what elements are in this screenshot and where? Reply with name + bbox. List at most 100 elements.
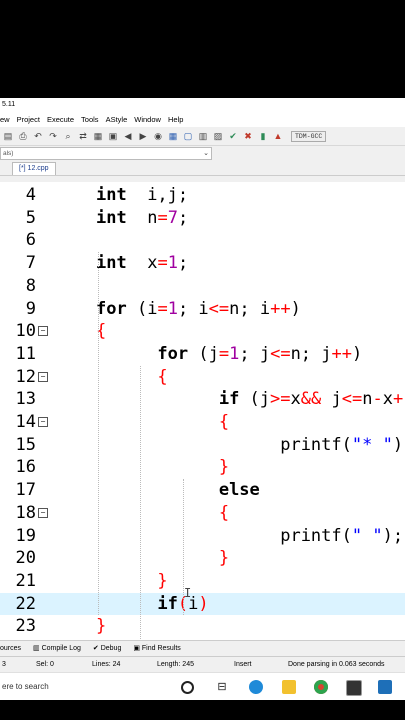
toggle-comment-icon[interactable]: ◉	[152, 130, 164, 142]
code-token: (	[126, 298, 148, 319]
code-line[interactable]: 18− {	[0, 502, 405, 525]
replace-icon[interactable]: ⇄	[77, 130, 89, 142]
code-line[interactable]: 20 }	[0, 547, 405, 570]
code-line[interactable]: 23}	[0, 615, 405, 638]
task-view-icon[interactable]: ⊟	[215, 680, 229, 694]
code-token: ;	[177, 207, 189, 228]
edge-icon[interactable]	[249, 680, 263, 694]
chart-icon[interactable]: ▮	[257, 130, 269, 142]
line-number: 20	[15, 548, 36, 569]
file-explorer-icon[interactable]	[282, 680, 296, 694]
status-bar: 3 Sel: 0 Lines: 24 Length: 245 Insert Do…	[0, 656, 405, 673]
line-number: 16	[15, 457, 36, 478]
menu-execute[interactable]: Execute	[47, 112, 74, 127]
code-line[interactable]: 9 for (i=1; i<=n; i++)	[0, 298, 405, 321]
code-line[interactable]: 16 }	[0, 456, 405, 479]
line-number: 17	[15, 480, 36, 501]
compiler-select[interactable]: TDM-GCC	[291, 130, 327, 142]
tab-12-cpp[interactable]: [*] 12.cpp	[12, 162, 56, 175]
code-line[interactable]: 11 for (j=1; j<=n; j++)	[0, 343, 405, 366]
cortana-icon[interactable]	[181, 681, 194, 694]
class-browser-row: als) ⌄	[0, 146, 405, 161]
tab-find-results[interactable]: ▣ Find Results	[133, 641, 180, 657]
bottom-panel-tabs: ources ▥ Compile Log ✔ Debug ▣ Find Resu…	[0, 640, 405, 657]
code-token: ++	[270, 298, 291, 319]
code-text: int x=1;	[96, 252, 188, 275]
compile-run-icon[interactable]: ▥	[197, 130, 209, 142]
redo-icon[interactable]: ↷	[47, 130, 59, 142]
save-all-icon[interactable]: ▤	[2, 130, 14, 142]
code-line[interactable]: 12− {	[0, 366, 405, 389]
code-token: +	[392, 389, 404, 410]
code-token: >=	[270, 389, 291, 410]
fold-toggle-icon[interactable]: −	[38, 417, 48, 427]
menu-help[interactable]: Help	[168, 112, 183, 127]
unindent-icon[interactable]: ▶	[137, 130, 149, 142]
chevron-down-icon: ⌄	[203, 150, 209, 157]
store-icon[interactable]	[346, 680, 362, 696]
run-icon[interactable]: ▢	[182, 130, 194, 142]
app-icon[interactable]	[378, 680, 392, 694]
stop-icon[interactable]: ✖	[242, 130, 254, 142]
code-token: printf(	[96, 434, 352, 455]
code-token: }	[157, 570, 168, 591]
menu-project[interactable]: Project	[17, 112, 40, 127]
tab-debug[interactable]: ✔ Debug	[93, 641, 121, 657]
print-icon[interactable]: ⎙	[17, 130, 29, 142]
check-icon[interactable]: ✔	[227, 130, 239, 142]
code-line[interactable]: 14− {	[0, 411, 405, 434]
menu-bar: ew Project Execute Tools AStyle Window H…	[0, 112, 405, 127]
class-browser-value: als)	[3, 150, 14, 157]
indent-icon[interactable]: ◀	[122, 130, 134, 142]
code-line[interactable]: 21 }	[0, 570, 405, 593]
code-editor[interactable]: 4 int i,j; 5 int n=7; 6 7 int x=1; 8 9 for (i=1; …	[0, 182, 405, 640]
goto-icon[interactable]: ▦	[92, 130, 104, 142]
code-line[interactable]: 4 int i,j;	[0, 184, 405, 207]
code-token: x	[382, 389, 393, 410]
code-token: <=	[208, 298, 230, 319]
compile-icon[interactable]: ▦	[167, 130, 179, 142]
code-line[interactable]: 7 int x=1;	[0, 252, 405, 275]
undo-icon[interactable]: ↶	[32, 130, 44, 142]
code-token: =	[157, 207, 168, 228]
rebuild-icon[interactable]: ▨	[212, 130, 224, 142]
chrome-icon[interactable]	[314, 680, 328, 694]
code-token: {	[218, 412, 230, 432]
menu-window[interactable]: Window	[134, 112, 161, 127]
menu-tools[interactable]: Tools	[81, 112, 99, 127]
code-text: }	[96, 456, 229, 479]
code-token: );	[382, 525, 404, 546]
fold-toggle-icon[interactable]: −	[38, 507, 48, 518]
line-number: 4	[25, 185, 36, 205]
code-line[interactable]: 6	[0, 229, 405, 252]
code-line[interactable]: 10−{	[0, 320, 405, 343]
code-line[interactable]: 22 if(i)	[0, 592, 405, 616]
menu-view[interactable]: ew	[0, 112, 10, 127]
indent-guide	[140, 365, 141, 640]
tab-compile-log[interactable]: ▥ Compile Log	[33, 641, 81, 657]
code-token: int	[96, 185, 127, 205]
code-line[interactable]: 19 printf(" ");	[0, 525, 405, 548]
class-browser-select[interactable]: als) ⌄	[0, 147, 212, 160]
code-text: printf("* ");	[96, 434, 405, 457]
code-line[interactable]: 13 if (j>=x&& j<=n-x+1)	[0, 388, 405, 411]
code-text: int i,j;	[96, 184, 188, 207]
fold-toggle-icon[interactable]: −	[38, 326, 48, 337]
find-icon[interactable]: ⌕	[62, 130, 74, 142]
fold-toggle-icon[interactable]: −	[38, 371, 48, 382]
menu-astyle[interactable]: AStyle	[106, 112, 128, 127]
bookmark-icon[interactable]: ▣	[107, 130, 119, 142]
code-token: &&	[300, 389, 322, 410]
code-line[interactable]: 8	[0, 275, 405, 298]
tab-resources[interactable]: ources	[0, 641, 21, 657]
code-line[interactable]: 17 else	[0, 479, 405, 502]
profile-icon[interactable]: ▲	[272, 130, 284, 142]
taskbar-search[interactable]: ere to search	[0, 673, 170, 701]
code-token: <=	[270, 343, 291, 364]
code-line[interactable]: 15 printf("* ");	[0, 434, 405, 457]
code-line[interactable]: 5 int n=7;	[0, 207, 405, 230]
code-token: "* "	[351, 434, 393, 455]
